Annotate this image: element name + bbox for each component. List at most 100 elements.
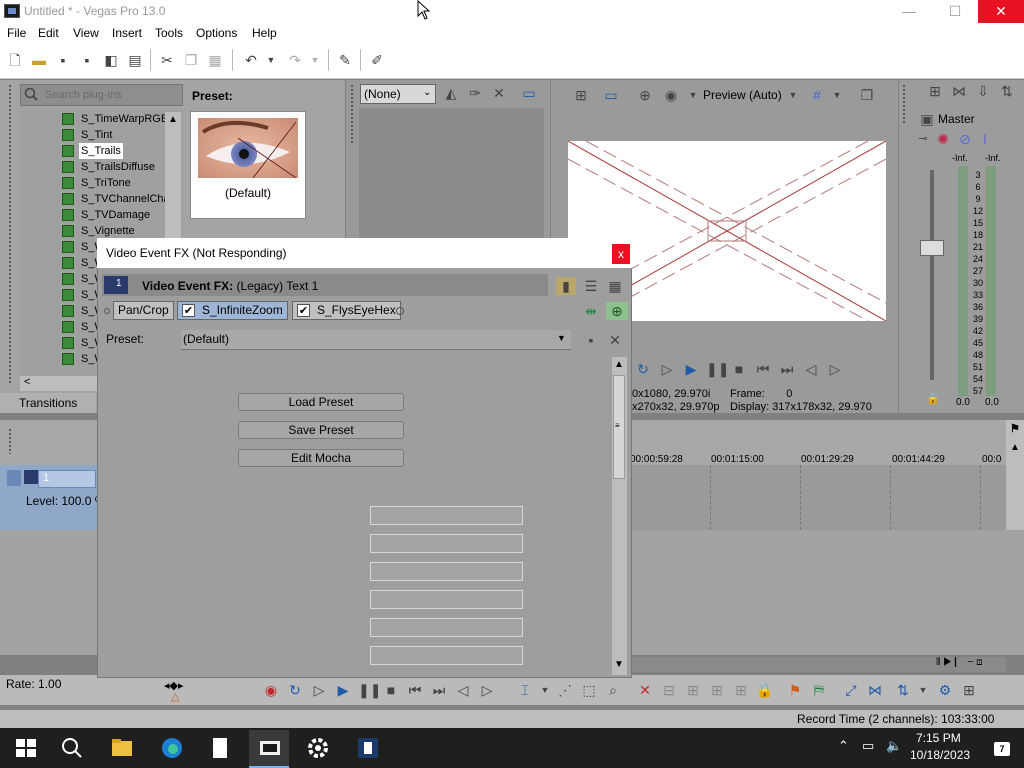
stop-icon[interactable]: ■ bbox=[730, 360, 748, 378]
stop-icon[interactable]: ■ bbox=[382, 681, 400, 699]
delete-preset-icon[interactable]: ✕ bbox=[606, 331, 624, 349]
tray-chevron-up-icon[interactable]: ⌃ bbox=[838, 738, 849, 754]
mixer-properties-icon[interactable]: ⊞ bbox=[926, 82, 944, 100]
timeline-ruler[interactable]: 00:00:59:28 00:01:15:00 00:01:29:29 00:0… bbox=[630, 450, 1006, 466]
chain-plug-icon[interactable]: ⇹ bbox=[582, 302, 600, 320]
dim-output-icon[interactable]: ⇩ bbox=[974, 82, 992, 100]
parameter-field[interactable] bbox=[370, 534, 523, 553]
redo-dropdown-icon[interactable]: ▼ bbox=[306, 51, 324, 69]
preset-dropdown[interactable]: (Default) ▼ bbox=[181, 330, 571, 350]
rate-slider-thumb-icon[interactable]: ◂◆▸ △ bbox=[164, 679, 188, 703]
trim-end-icon[interactable]: ⊞ bbox=[708, 681, 726, 699]
pan-icon[interactable]: ⊸ bbox=[914, 130, 932, 148]
plugin-item[interactable]: S_TVDamage bbox=[20, 207, 180, 223]
fx-icon[interactable]: ✺ bbox=[934, 130, 952, 148]
boris-fx-icon[interactable] bbox=[356, 736, 380, 760]
copy-icon[interactable]: ❐ bbox=[182, 51, 200, 69]
dialog-close-button[interactable]: x bbox=[612, 244, 630, 264]
clock-time[interactable]: 7:15 PM bbox=[916, 731, 961, 745]
save-preset-button[interactable]: Save Preset bbox=[238, 421, 404, 439]
menu-tools[interactable]: Tools bbox=[155, 26, 183, 40]
lock-envelopes-icon[interactable]: ⚙ bbox=[936, 681, 954, 699]
auto-ripple-icon[interactable]: ⇅ bbox=[894, 681, 912, 699]
lock-icon[interactable]: 🔒 bbox=[926, 392, 940, 405]
loop-icon[interactable]: ↻ bbox=[634, 360, 652, 378]
redo-icon[interactable]: ↷ bbox=[286, 51, 304, 69]
chain-tab-flys-eye-hex[interactable]: ✔ S_FlysEyeHex bbox=[292, 301, 401, 320]
tool-icon[interactable]: ✑ bbox=[466, 84, 484, 102]
selection-tool-icon[interactable]: ⬚ bbox=[580, 681, 598, 699]
preview-quality-label[interactable]: Preview (Auto) bbox=[703, 88, 782, 102]
edit-mocha-button[interactable]: Edit Mocha bbox=[238, 449, 404, 467]
menu-help[interactable]: Help bbox=[252, 26, 277, 40]
chevron-down-icon[interactable]: ▼ bbox=[684, 86, 702, 104]
close-button[interactable]: ✕ bbox=[978, 0, 1024, 23]
external-monitor-icon[interactable]: ▭ bbox=[602, 86, 620, 104]
marker-icon[interactable]: ⚑ bbox=[1010, 422, 1020, 435]
panel-grip[interactable] bbox=[902, 84, 906, 124]
solo-icon[interactable]: ǀ bbox=[976, 130, 994, 148]
chevron-down-icon[interactable]: ▼ bbox=[828, 86, 846, 104]
play-icon[interactable]: ▶ bbox=[334, 681, 352, 699]
file-explorer-icon[interactable] bbox=[110, 736, 134, 760]
monitor-icon[interactable]: ▭ bbox=[520, 84, 538, 102]
settings-gear-icon[interactable] bbox=[306, 736, 330, 760]
downmix-icon[interactable]: ⋈ bbox=[950, 82, 968, 100]
previous-frame-icon[interactable]: ◁ bbox=[802, 360, 820, 378]
render-icon[interactable]: ◧ bbox=[102, 51, 120, 69]
preview-quality-icon[interactable]: ◉ bbox=[662, 86, 680, 104]
record-icon[interactable]: ◉ bbox=[262, 681, 280, 699]
tab-transitions[interactable]: Transitions bbox=[0, 393, 96, 413]
add-fx-icon[interactable]: ⊕ bbox=[606, 302, 628, 320]
track-number[interactable]: 1 bbox=[38, 470, 96, 488]
insert-marker-icon[interactable]: ⚑ bbox=[786, 681, 804, 699]
go-to-start-icon[interactable]: ⏮ bbox=[754, 360, 772, 378]
split-screen-icon[interactable]: ⊕ bbox=[636, 86, 654, 104]
next-frame-icon[interactable]: ▷ bbox=[478, 681, 496, 699]
enable-snapping-icon[interactable]: ✎ bbox=[336, 51, 354, 69]
chain-tab-infinite-zoom[interactable]: ✔ S_InfiniteZoom bbox=[177, 301, 288, 320]
notepad-icon[interactable] bbox=[208, 736, 232, 760]
menu-insert[interactable]: Insert bbox=[112, 26, 142, 40]
bus-properties-icon[interactable]: ▣ bbox=[918, 110, 936, 128]
envelope-tool-icon[interactable]: ⋰ bbox=[556, 681, 574, 699]
open-folder-icon[interactable]: ▬ bbox=[30, 51, 48, 69]
plugin-item[interactable]: S_TVChannelChan bbox=[20, 191, 180, 207]
checkbox-checked-icon[interactable]: ✔ bbox=[182, 304, 195, 317]
scroll-up-icon[interactable]: ▲ bbox=[168, 114, 178, 125]
search-icon[interactable] bbox=[60, 736, 84, 760]
next-frame-icon[interactable]: ▷ bbox=[826, 360, 844, 378]
menu-edit[interactable]: Edit bbox=[38, 26, 59, 40]
properties-icon[interactable]: ▤ bbox=[126, 51, 144, 69]
chevron-down-icon[interactable]: ▼ bbox=[784, 86, 802, 104]
snapping-icon[interactable]: ⤢ bbox=[842, 681, 860, 699]
add-icon[interactable]: ◭ bbox=[442, 84, 460, 102]
menu-view[interactable]: View bbox=[73, 26, 99, 40]
new-file-icon[interactable]: 🗋 bbox=[6, 51, 24, 69]
chevron-down-icon[interactable]: ▼ bbox=[914, 681, 932, 699]
scroll-down-icon[interactable]: ▼ bbox=[614, 659, 624, 670]
network-icon[interactable]: ▭ bbox=[862, 738, 874, 754]
scroll-up-icon[interactable]: ▲ bbox=[1010, 442, 1020, 453]
remove-icon[interactable]: ✕ bbox=[490, 84, 508, 102]
delete-icon[interactable]: ✕ bbox=[636, 681, 654, 699]
auto-ripple-icon[interactable]: ✐ bbox=[368, 51, 386, 69]
play-from-start-icon[interactable]: ▷ bbox=[658, 360, 676, 378]
preview-properties-icon[interactable]: ⊞ bbox=[572, 86, 590, 104]
pause-icon[interactable]: ❚❚ bbox=[358, 681, 381, 699]
parameter-field[interactable] bbox=[370, 506, 523, 525]
search-input[interactable]: Search plug-ins bbox=[20, 84, 183, 106]
menu-options[interactable]: Options bbox=[196, 26, 237, 40]
plugin-item[interactable]: S_Tint bbox=[20, 127, 180, 143]
go-to-end-icon[interactable]: ⏭ bbox=[778, 360, 796, 378]
windows-start-icon[interactable] bbox=[14, 736, 38, 760]
panel-grip[interactable] bbox=[350, 84, 354, 144]
mixer-options-icon[interactable]: ⇅ bbox=[998, 82, 1016, 100]
insert-region-icon[interactable]: ⛿ bbox=[810, 681, 828, 699]
save-icon[interactable]: ▪ bbox=[54, 51, 72, 69]
trim-start-icon[interactable]: ⊞ bbox=[684, 681, 702, 699]
undo-icon[interactable]: ↶ bbox=[242, 51, 260, 69]
menu-file[interactable]: File bbox=[7, 26, 26, 40]
parameter-field[interactable] bbox=[370, 646, 523, 665]
overlays-grid-icon[interactable]: # bbox=[808, 86, 826, 104]
